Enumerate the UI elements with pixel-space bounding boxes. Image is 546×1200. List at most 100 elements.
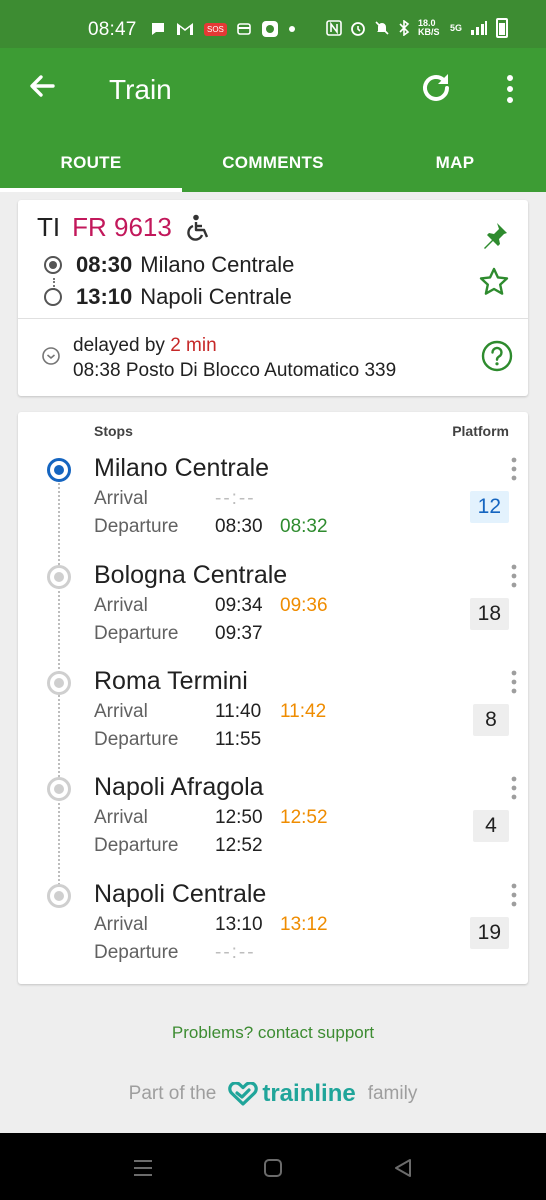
- stop-more-icon[interactable]: [510, 563, 518, 589]
- last-position: 08:38 Posto Di Blocco Automatico 339: [73, 360, 397, 381]
- notification-icons: SOS: [150, 20, 295, 38]
- network-speed: 18.0 KB/S: [417, 18, 440, 37]
- arrival-label: Arrival: [94, 488, 148, 509]
- wallet-icon: [237, 23, 251, 35]
- help-icon[interactable]: [481, 340, 513, 372]
- destination-row: 13:10 Napoli Centrale: [44, 284, 292, 310]
- arrival-time: --:--: [215, 488, 256, 509]
- arrival-label: Arrival: [94, 595, 148, 616]
- departure-label: Departure: [94, 835, 179, 856]
- train-category: TI: [37, 212, 61, 242]
- status-bar: 08:47 SOS 18.0 KB/S 5G: [0, 0, 546, 48]
- departure-label: Departure: [94, 516, 179, 537]
- current-stop-marker-icon: [47, 458, 71, 482]
- trainline-heart-icon: [228, 1082, 259, 1106]
- origin-time: 08:30: [76, 252, 133, 277]
- train-summary-card: TI FR 9613 08:30 Milano Centrale 13:10 N…: [18, 200, 528, 396]
- stop-row[interactable]: Napoli Centrale Arrival 13:10 13:12 Depa…: [18, 878, 528, 984]
- stop-more-icon[interactable]: [510, 775, 518, 801]
- delay-prefix: delayed by: [73, 335, 165, 356]
- stop-marker-icon: [47, 565, 71, 589]
- stop-more-icon[interactable]: [510, 882, 518, 908]
- stop-row[interactable]: Milano Centrale Arrival --:-- Departure …: [18, 452, 528, 558]
- departure-time: --:--: [215, 942, 256, 963]
- family-prefix: Part of the: [128, 1083, 217, 1104]
- status-time: 08:47: [88, 19, 137, 40]
- departure-time: 11:55: [215, 729, 262, 750]
- arrival-live-time: 11:42: [280, 701, 327, 722]
- arrival-live-time: 13:12: [280, 914, 328, 935]
- chat-icon: [152, 23, 164, 35]
- origin-row: 08:30 Milano Centrale: [44, 252, 294, 278]
- arrival-label: Arrival: [94, 807, 148, 828]
- mute-icon: [375, 21, 389, 35]
- stop-name: Roma Termini: [94, 667, 248, 695]
- back-arrow-icon[interactable]: [26, 70, 58, 102]
- app-bar: Train: [0, 48, 546, 134]
- recents-icon[interactable]: [132, 1157, 154, 1179]
- stop-row[interactable]: Napoli Afragola Arrival 12:50 12:52 Depa…: [18, 771, 528, 877]
- stop-more-icon[interactable]: [510, 456, 518, 482]
- departure-label: Departure: [94, 942, 179, 963]
- stop-more-icon[interactable]: [510, 669, 518, 695]
- train-number: FR 9613: [72, 212, 172, 242]
- platform-badge: 8: [473, 704, 509, 736]
- departure-live-time: 08:32: [280, 516, 328, 537]
- tab-comments[interactable]: COMMENTS: [182, 134, 364, 192]
- gmail-icon: [177, 23, 193, 35]
- app-icon: [261, 21, 278, 37]
- system-status-icons: 18.0 KB/S 5G: [326, 18, 508, 38]
- platform-header: Platform: [452, 423, 509, 439]
- tab-bar: ROUTE COMMENTS MAP: [0, 134, 546, 192]
- support-link[interactable]: Problems? contact support: [0, 1023, 546, 1043]
- destination-time: 13:10: [76, 284, 133, 309]
- tab-map[interactable]: MAP: [364, 134, 546, 192]
- more-vert-icon[interactable]: [500, 72, 520, 106]
- delay-status: delayed by 2 min: [73, 335, 217, 357]
- departure-label: Departure: [94, 623, 179, 644]
- star-icon[interactable]: [478, 266, 510, 298]
- bluetooth-icon: [399, 20, 410, 36]
- platform-badge: 19: [469, 917, 509, 949]
- wheelchair-icon: [187, 214, 208, 241]
- stop-name: Napoli Afragola: [94, 773, 264, 801]
- arrival-label: Arrival: [94, 914, 148, 935]
- platform-badge: 4: [473, 810, 509, 842]
- system-nav-bar: [0, 1133, 546, 1200]
- arrival-label: Arrival: [94, 701, 148, 722]
- platform-badge: 18: [469, 598, 509, 630]
- back-icon[interactable]: [392, 1157, 414, 1179]
- brand-name: trainline: [262, 1080, 356, 1107]
- signal-icon: [471, 21, 487, 35]
- home-icon[interactable]: [262, 1157, 284, 1179]
- sos-badge: SOS: [204, 22, 227, 36]
- stops-header: Stops: [94, 423, 133, 439]
- clock-icon: [42, 347, 60, 365]
- departure-label: Departure: [94, 729, 179, 750]
- page-title: Train: [109, 74, 172, 105]
- stop-row[interactable]: Roma Termini Arrival 11:40 11:42 Departu…: [18, 665, 528, 771]
- stop-marker-icon: [47, 884, 71, 908]
- tab-route[interactable]: ROUTE: [0, 134, 182, 192]
- network-type: 5G: [449, 23, 462, 33]
- origin-dot-icon: [44, 256, 62, 274]
- stop-name: Napoli Centrale: [94, 880, 267, 908]
- departure-time: 08:30: [215, 516, 263, 537]
- trainline-logo: trainline: [228, 1080, 356, 1108]
- delay-minutes: 2 min: [170, 335, 217, 356]
- stop-name: Bologna Centrale: [94, 561, 288, 589]
- stop-marker-icon: [47, 777, 71, 801]
- destination-station: Napoli Centrale: [140, 284, 292, 309]
- arrival-time: 11:40: [215, 701, 262, 722]
- stop-row[interactable]: Bologna Centrale Arrival 09:34 09:36 Dep…: [18, 559, 528, 665]
- arrival-live-time: 12:52: [280, 807, 328, 828]
- origin-station: Milano Centrale: [140, 252, 295, 277]
- stop-name: Milano Centrale: [94, 454, 270, 482]
- pin-icon[interactable]: [480, 220, 510, 250]
- trainline-family: Part of the trainline family: [0, 1080, 546, 1108]
- refresh-icon[interactable]: [418, 70, 454, 106]
- family-suffix: family: [367, 1083, 418, 1104]
- alarm-icon: [351, 22, 365, 36]
- dot-icon: [288, 26, 295, 32]
- arrival-time: 13:10: [215, 914, 263, 935]
